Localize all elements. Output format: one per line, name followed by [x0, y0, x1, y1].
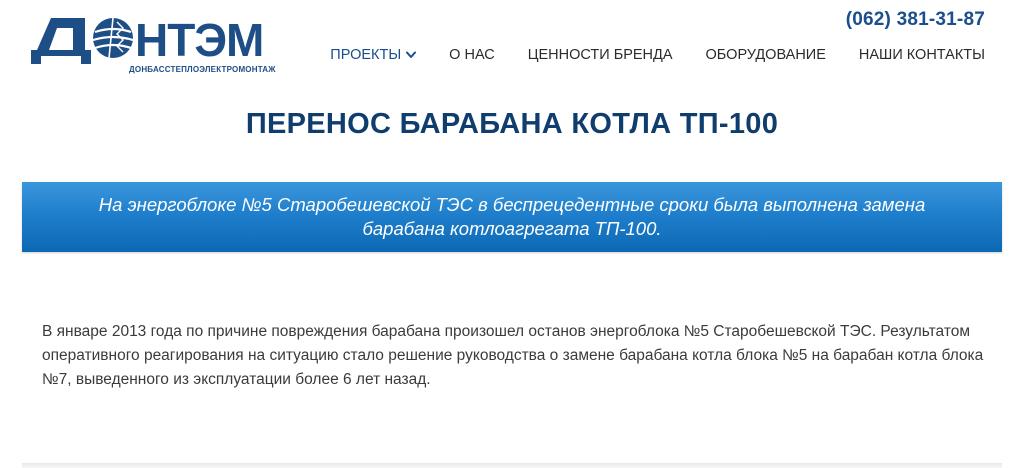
svg-text:НТЭМ: НТЭМ: [135, 14, 263, 66]
chevron-down-icon: [406, 51, 417, 58]
page: НТЭМ ДОНБАССТЕПЛОЭЛЕКТРОМОНТАЖ (062) 381…: [0, 0, 1024, 468]
logo-subtitle: ДОНБАССТЕПЛОЭЛЕКТРОМОНТАЖ: [129, 65, 276, 74]
nav-item-about[interactable]: О НАС: [449, 47, 495, 63]
nav-item-projects[interactable]: ПРОЕКТЫ: [330, 47, 417, 63]
banner-text: На энергоблоке №5 Старобешевской ТЭС в б…: [98, 194, 926, 239]
page-title: ПЕРЕНОС БАРАБАНА КОТЛА ТП-100: [245, 108, 779, 140]
nav-item-equipment[interactable]: ОБОРУДОВАНИЕ: [706, 47, 826, 63]
main-nav: ПРОЕКТЫ О НАС ЦЕННОСТИ БРЕНДА ОБОРУДОВАН…: [330, 47, 985, 63]
intro-banner: На энергоблоке №5 Старобешевской ТЭС в б…: [22, 182, 1002, 252]
company-logo[interactable]: НТЭМ ДОНБАССТЕПЛОЭЛЕКТРОМОНТАЖ: [31, 12, 283, 74]
nav-item-label: ПРОЕКТЫ: [330, 47, 402, 63]
section-divider: [22, 463, 1002, 468]
logo-mark: НТЭМ: [31, 14, 264, 66]
nav-item-contacts[interactable]: НАШИ КОНТАКТЫ: [859, 47, 985, 63]
phone-number[interactable]: (062) 381-31-87: [846, 9, 985, 31]
article-paragraph: В январе 2013 года по причине повреждени…: [42, 323, 984, 388]
nav-item-brand-values[interactable]: ЦЕННОСТИ БРЕНДА: [528, 47, 673, 63]
